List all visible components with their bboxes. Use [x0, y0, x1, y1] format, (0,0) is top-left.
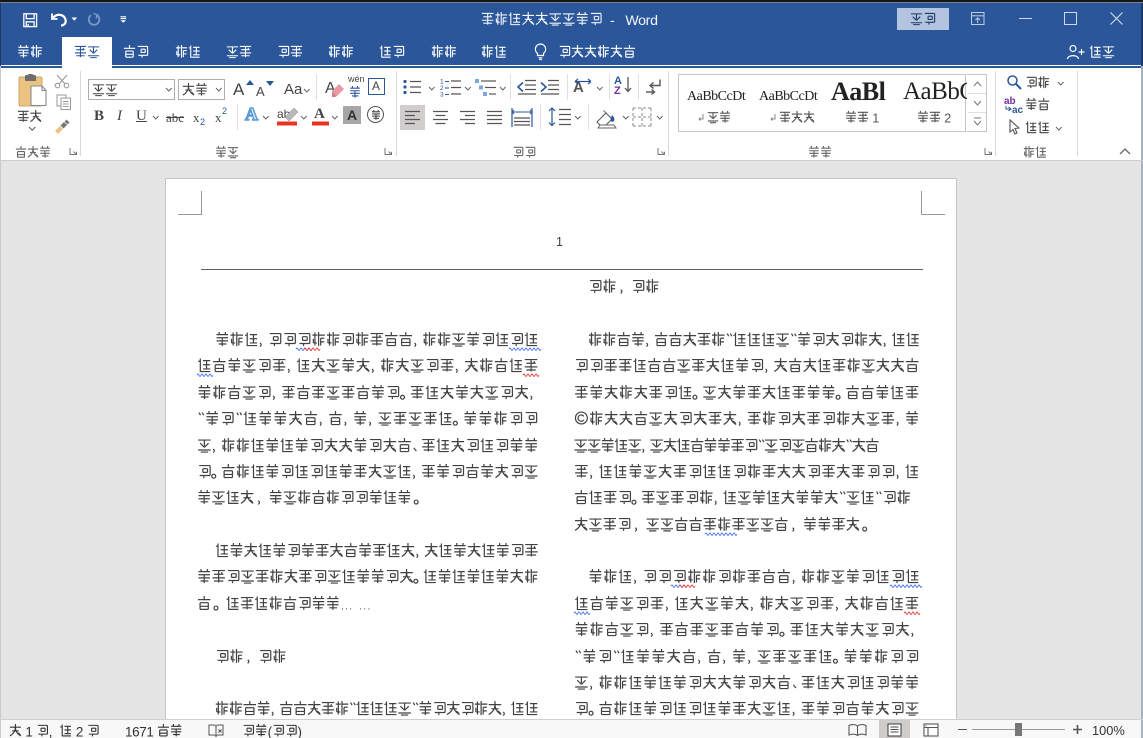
svg-text:-: - — [610, 13, 615, 29]
svg-text:): ) — [298, 724, 302, 738]
svg-text:2: 2 — [944, 112, 951, 126]
svg-text:,: , — [49, 724, 53, 738]
svg-text:2: 2 — [76, 724, 83, 738]
svg-text:A: A — [314, 106, 325, 122]
svg-text:1: 1 — [146, 724, 153, 738]
svg-text:1: 1 — [872, 112, 879, 126]
svg-text:(: ( — [268, 724, 273, 738]
svg-text:3: 3 — [440, 92, 444, 99]
svg-text:1: 1 — [25, 724, 32, 738]
svg-text:ac: ac — [1012, 105, 1024, 116]
svg-text:d: d — [650, 13, 658, 29]
